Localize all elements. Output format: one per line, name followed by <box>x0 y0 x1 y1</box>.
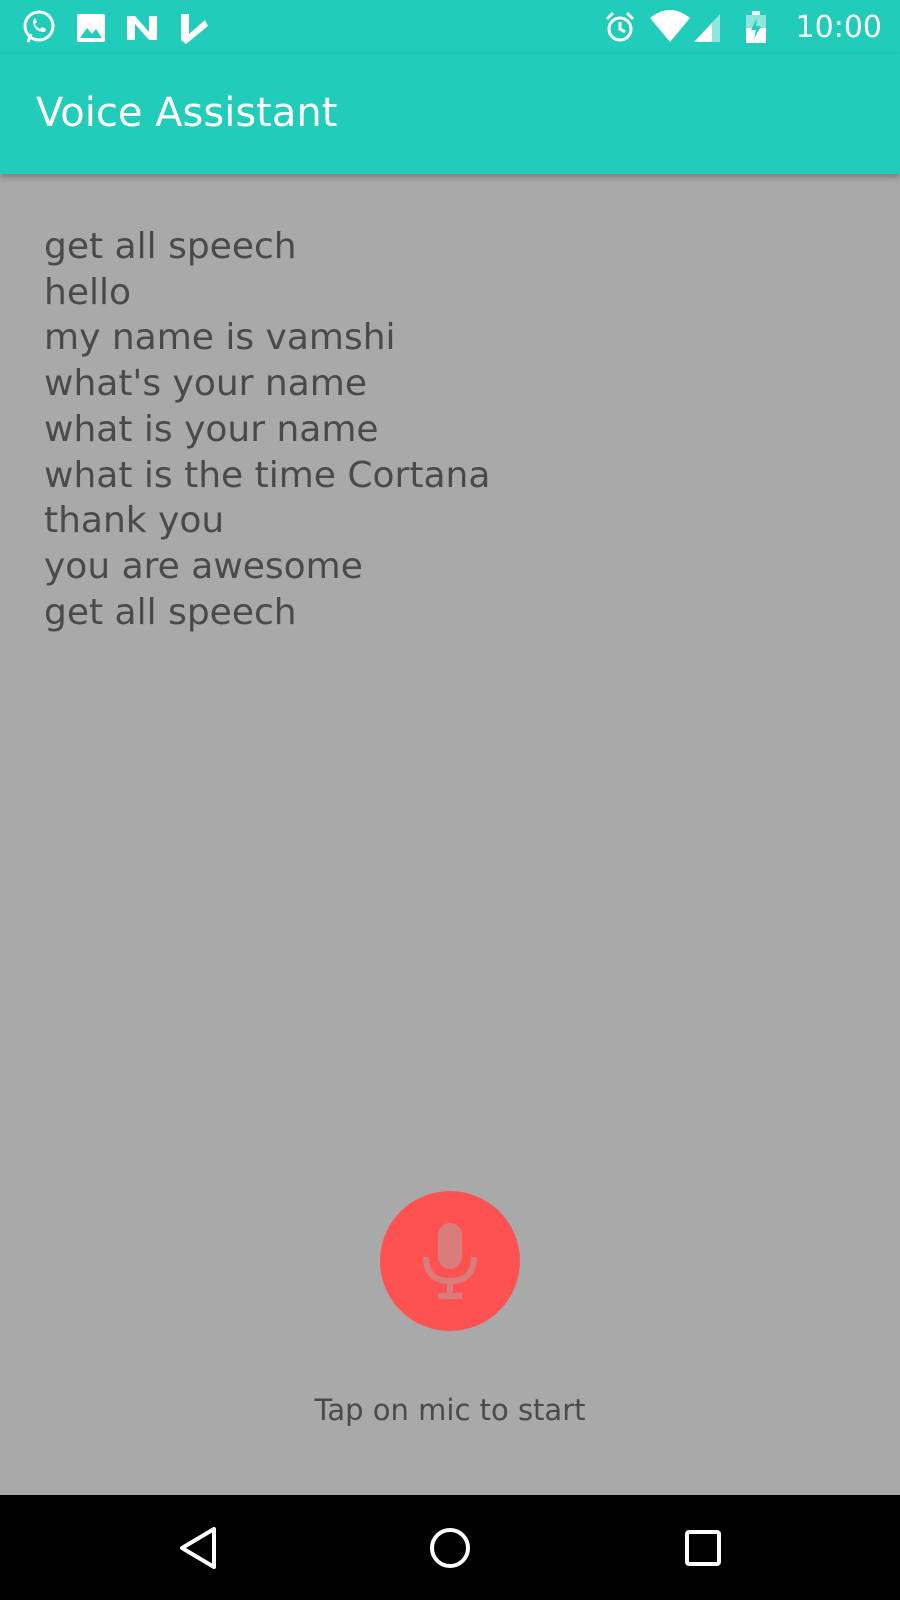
home-icon <box>430 1528 470 1568</box>
nav-bar <box>0 1495 900 1600</box>
home-button[interactable] <box>415 1513 485 1583</box>
gallery-icon <box>77 14 105 42</box>
speech-line: get all speech <box>44 591 297 633</box>
wifi-icon <box>650 10 690 42</box>
recents-button[interactable] <box>668 1513 738 1583</box>
speech-history: get all speech hello my name is vamshi w… <box>44 224 490 635</box>
back-button[interactable] <box>162 1513 232 1583</box>
n-app-icon <box>127 16 157 40</box>
checkmark-app-icon <box>181 14 208 44</box>
status-time: 10:00 <box>795 10 882 45</box>
recents-icon <box>685 1530 721 1566</box>
signal-icon <box>694 14 720 42</box>
app-title: Voice Assistant <box>36 90 338 136</box>
battery-icon <box>746 11 766 43</box>
speech-line: my name is vamshi <box>44 317 396 359</box>
speech-line: hello <box>44 271 131 313</box>
speech-line: what is your name <box>44 408 379 450</box>
back-icon <box>180 1527 216 1569</box>
speech-line: you are awesome <box>44 545 363 587</box>
status-bar: 10:00 <box>0 0 900 54</box>
mic-hint: Tap on mic to start <box>314 1393 586 1427</box>
whatsapp-icon <box>23 10 55 43</box>
speech-line: what's your name <box>44 363 368 405</box>
speech-line: what is the time Cortana <box>44 454 491 496</box>
mic-button[interactable] <box>380 1191 520 1331</box>
speech-line: thank you <box>44 500 225 542</box>
speech-line: get all speech <box>44 226 297 267</box>
microphone-icon <box>423 1223 477 1299</box>
alarm-icon <box>605 11 635 42</box>
app-bar: Voice Assistant <box>0 54 900 174</box>
